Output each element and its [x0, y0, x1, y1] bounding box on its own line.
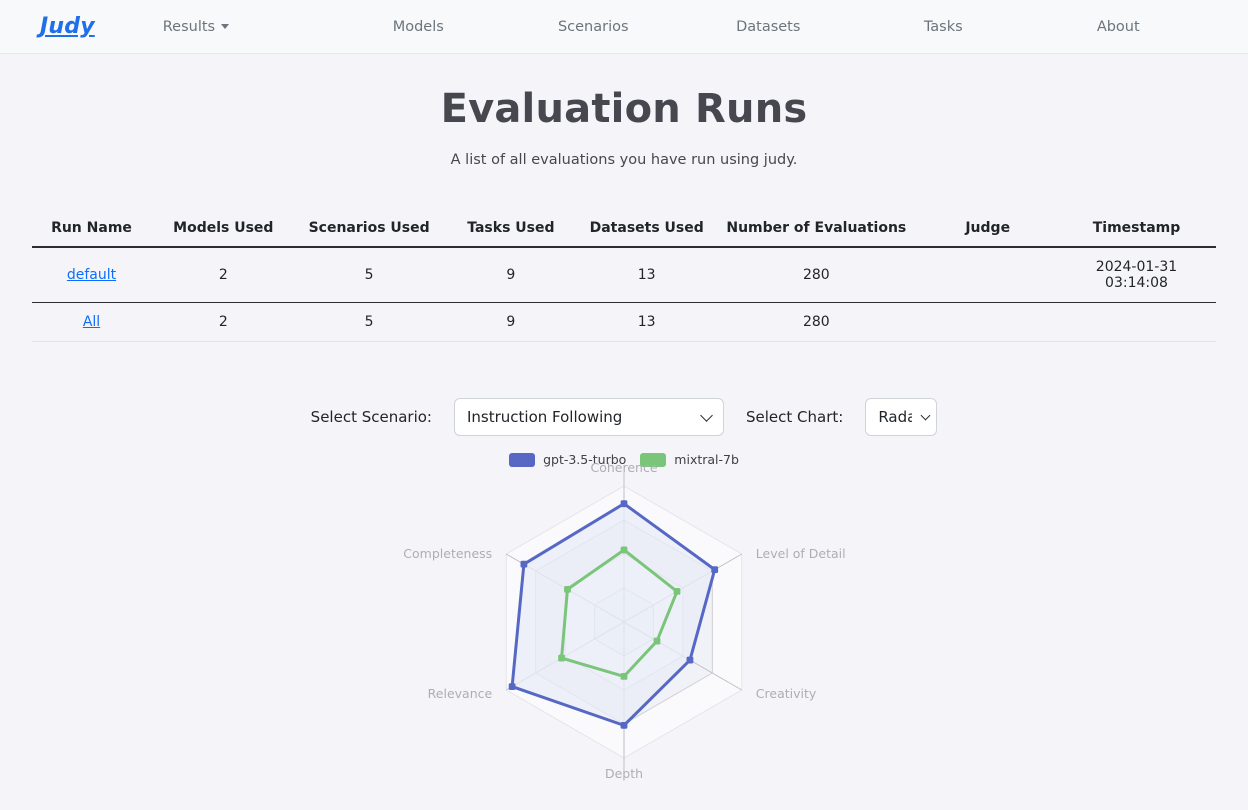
page-header: Evaluation Runs A list of all evaluation… — [0, 54, 1248, 168]
nav-item-results-label: Results — [163, 19, 215, 35]
table-row: All 2 5 9 13 280 — [32, 303, 1216, 342]
radar-data-point — [558, 655, 565, 662]
cell-run-name: All — [32, 303, 151, 342]
cell-number-of-evaluations: 280 — [714, 303, 918, 342]
chevron-down-icon — [221, 24, 229, 29]
cell-judge — [918, 247, 1057, 303]
cell-tasks-used: 9 — [443, 303, 580, 342]
radar-data-point — [621, 673, 628, 680]
column-header-scenarios-used: Scenarios Used — [296, 212, 443, 247]
radar-data-point — [564, 586, 571, 593]
radar-axis-label: Completeness — [403, 546, 492, 561]
evaluation-runs-table: Run Name Models Used Scenarios Used Task… — [32, 212, 1216, 342]
nav-item-models[interactable]: Models — [331, 19, 506, 35]
cell-judge — [918, 303, 1057, 342]
column-header-datasets-used: Datasets Used — [579, 212, 714, 247]
cell-models-used: 2 — [151, 303, 296, 342]
table-row: default 2 5 9 13 280 2024-01-31 03:14:08 — [32, 247, 1216, 303]
evaluation-runs-table-container: Run Name Models Used Scenarios Used Task… — [0, 168, 1248, 342]
cell-number-of-evaluations: 280 — [714, 247, 918, 303]
cell-timestamp: 2024-01-31 03:14:08 — [1057, 247, 1216, 303]
cell-tasks-used: 9 — [443, 247, 580, 303]
chart-controls: Select Scenario: Instruction Following S… — [0, 398, 1248, 436]
table-head: Run Name Models Used Scenarios Used Task… — [32, 212, 1216, 247]
radar-data-point — [674, 588, 681, 595]
cell-run-name: default — [32, 247, 151, 303]
radar-data-point — [621, 722, 628, 729]
cell-timestamp — [1057, 303, 1216, 342]
radar-data-point — [520, 561, 527, 568]
select-chart-wrapper: Radar — [865, 398, 937, 436]
column-header-run-name: Run Name — [32, 212, 151, 247]
page-title: Evaluation Runs — [0, 86, 1248, 132]
nav-item-results[interactable]: Results — [155, 19, 331, 35]
run-link-default[interactable]: default — [67, 267, 116, 283]
cell-scenarios-used: 5 — [296, 247, 443, 303]
table-body: default 2 5 9 13 280 2024-01-31 03:14:08… — [32, 247, 1216, 342]
radar-data-point — [711, 566, 718, 573]
select-scenario-label: Select Scenario: — [311, 408, 432, 426]
radar-plot: Coherence Level of Detail Creativity Depth R… — [0, 452, 1248, 782]
select-scenario[interactable]: Instruction Following — [454, 398, 724, 436]
radar-axis-label: Coherence — [590, 460, 657, 475]
nav-item-tasks[interactable]: Tasks — [856, 19, 1031, 35]
cell-datasets-used: 13 — [579, 303, 714, 342]
table-header-row: Run Name Models Used Scenarios Used Task… — [32, 212, 1216, 247]
cell-models-used: 2 — [151, 247, 296, 303]
nav-item-scenarios[interactable]: Scenarios — [506, 19, 681, 35]
run-link-all[interactable]: All — [83, 314, 100, 330]
column-header-number-of-evaluations: Number of Evaluations — [714, 212, 918, 247]
nav-links: Results Models Scenarios Datasets Tasks … — [155, 19, 1206, 35]
radar-data-point — [687, 657, 694, 664]
page-subtitle: A list of all evaluations you have run u… — [0, 152, 1248, 168]
radar-axis-label: Relevance — [428, 686, 493, 701]
brand-logo-judy[interactable]: Judy — [40, 14, 95, 39]
cell-datasets-used: 13 — [579, 247, 714, 303]
radar-svg: Coherence Level of Detail Creativity Depth R… — [314, 452, 934, 782]
radar-data-point — [621, 500, 628, 507]
radar-axis-label: Depth — [605, 766, 643, 781]
column-header-models-used: Models Used — [151, 212, 296, 247]
radar-chart-area: gpt-3.5-turbo mixtral-7b CoherenceLevel … — [0, 452, 1248, 782]
radar-axis-label: Creativity — [756, 686, 817, 701]
select-chart-label: Select Chart: — [746, 408, 843, 426]
cell-scenarios-used: 5 — [296, 303, 443, 342]
nav-item-datasets[interactable]: Datasets — [681, 19, 856, 35]
column-header-judge: Judge — [918, 212, 1057, 247]
column-header-tasks-used: Tasks Used — [443, 212, 580, 247]
radar-data-point — [654, 638, 661, 645]
top-navbar: Judy Results Models Scenarios Datasets T… — [0, 0, 1248, 54]
nav-item-about[interactable]: About — [1031, 19, 1206, 35]
select-chart-type[interactable]: Radar — [865, 398, 937, 436]
radar-axis-label: Level of Detail — [756, 546, 846, 561]
radar-data-point — [509, 683, 516, 690]
select-scenario-wrapper: Instruction Following — [454, 398, 724, 436]
column-header-timestamp: Timestamp — [1057, 212, 1216, 247]
radar-data-point — [621, 547, 628, 554]
